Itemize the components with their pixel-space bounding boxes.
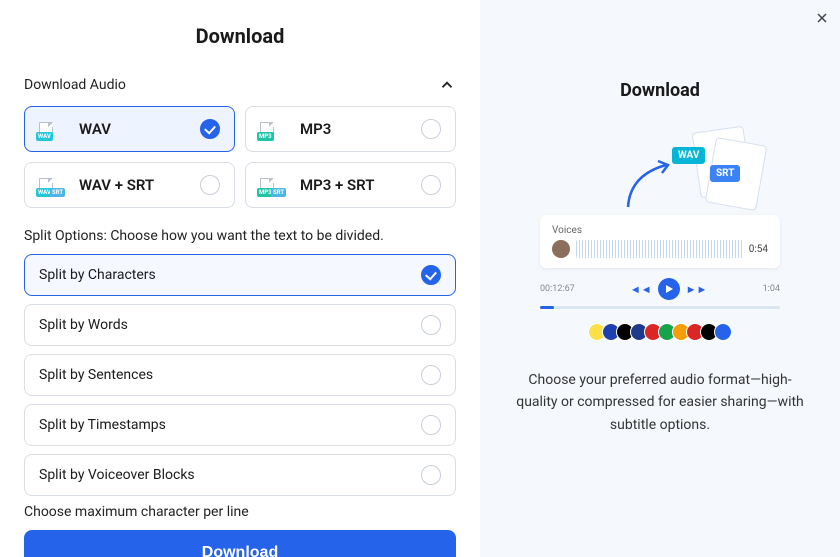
radio-icon	[421, 119, 441, 139]
progress-bar[interactable]	[540, 306, 780, 309]
format-mp3-srt[interactable]: MP3SRT MP3 + SRT	[245, 162, 456, 208]
close-icon	[814, 10, 830, 26]
radio-icon	[200, 175, 220, 195]
preview-title: Download	[620, 80, 700, 101]
format-wav-srt[interactable]: WAVSRT WAV + SRT	[24, 162, 235, 208]
forward-icon[interactable]: ►►	[686, 283, 708, 296]
mp3-srt-file-icon: MP3SRT	[260, 174, 288, 196]
rewind-icon[interactable]: ◄◄	[630, 283, 652, 296]
split-words[interactable]: Split by Words	[24, 304, 456, 346]
chevron-up-icon	[438, 76, 456, 94]
format-mp3[interactable]: MP3 MP3	[245, 106, 456, 152]
radio-icon	[421, 315, 441, 335]
duration-label: 0:54	[749, 244, 768, 255]
time-total: 1:04	[763, 284, 780, 294]
split-characters[interactable]: Split by Characters	[24, 254, 456, 296]
avatar	[552, 240, 570, 258]
left-panel: Download Download Audio WAV WAV MP3 MP3 …	[0, 0, 480, 557]
audio-section-header[interactable]: Download Audio	[24, 76, 456, 94]
page-title: Download	[24, 24, 456, 48]
audio-section-label: Download Audio	[24, 77, 126, 93]
radio-selected-icon	[421, 265, 441, 285]
mp3-file-icon: MP3	[260, 118, 288, 140]
radio-selected-icon	[200, 119, 220, 139]
flags-row	[588, 323, 732, 341]
split-timestamps[interactable]: Split by Timestamps	[24, 404, 456, 446]
split-options-list: Split by Characters Split by Words Split…	[24, 254, 456, 496]
flag-icon	[714, 323, 732, 341]
format-grid: WAV WAV MP3 MP3 WAVSRT WAV + SRT MP3SRT …	[24, 106, 456, 208]
radio-icon	[421, 175, 441, 195]
arrow-icon	[618, 157, 678, 217]
split-description: Split Options: Choose how you want the t…	[24, 228, 456, 244]
format-wav[interactable]: WAV WAV	[24, 106, 235, 152]
right-panel: Download WAV SRT Voices 0:54 00:12:67 ◄◄…	[480, 0, 840, 557]
preview-illustration: WAV SRT Voices 0:54 00:12:67 ◄◄ ►► 1:04	[530, 129, 790, 341]
player-bar: 00:12:67 ◄◄ ►► 1:04	[540, 278, 780, 300]
split-voiceover-blocks[interactable]: Split by Voiceover Blocks	[24, 454, 456, 496]
split-sentences[interactable]: Split by Sentences	[24, 354, 456, 396]
time-elapsed: 00:12:67	[540, 284, 575, 294]
play-button[interactable]	[658, 278, 680, 300]
preview-description: Choose your preferred audio format—high-…	[504, 369, 816, 436]
radio-icon	[421, 415, 441, 435]
radio-icon	[421, 465, 441, 485]
split-helper-text: Choose maximum character per line	[24, 504, 456, 520]
close-button[interactable]	[814, 10, 830, 30]
wav-srt-file-icon: WAVSRT	[39, 174, 67, 196]
voice-card: Voices 0:54	[540, 215, 780, 268]
srt-chip: SRT	[710, 165, 740, 182]
wav-file-icon: WAV	[39, 118, 67, 140]
voices-label: Voices	[552, 225, 768, 236]
radio-icon	[421, 365, 441, 385]
waveform-icon	[576, 240, 743, 258]
download-button[interactable]: Download	[24, 530, 456, 557]
